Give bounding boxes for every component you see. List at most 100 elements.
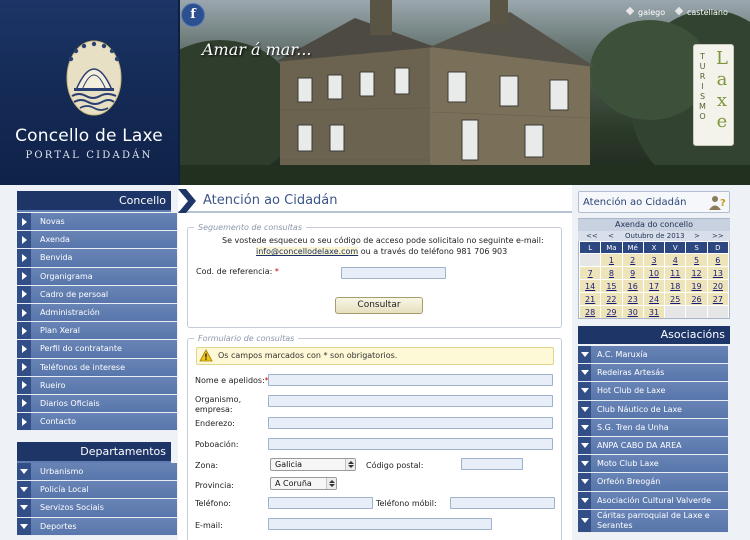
calendar-day[interactable]: 29 (601, 306, 622, 318)
help-email-link[interactable]: info@concellodelaxe.com (256, 247, 359, 256)
calendar-day[interactable]: 1 (601, 254, 622, 266)
arrow-down-icon (578, 364, 591, 382)
calendar-day[interactable]: 27 (707, 293, 728, 305)
calendar-nav: << < Outubro de 2013 > >> (578, 231, 730, 241)
calendar-day[interactable]: 15 (601, 280, 622, 292)
email-input[interactable] (268, 518, 492, 530)
assoc-item-orfeon-breogan[interactable]: Orfeón Breogán (578, 473, 728, 492)
weekday-header: Mé (622, 242, 643, 253)
facebook-icon[interactable]: f (181, 3, 205, 27)
province-label: Provincia: (195, 481, 234, 490)
calendar-day[interactable]: 14 (580, 280, 601, 292)
calendar-day[interactable]: 11 (665, 267, 686, 279)
next-year-button[interactable]: >> (712, 231, 724, 241)
nav-item-deportes[interactable]: Deportes (17, 517, 177, 536)
calendar-day[interactable]: 22 (601, 293, 622, 305)
nav-item-rueiro[interactable]: Rueiro (17, 376, 177, 395)
calendar-day[interactable]: 31 (643, 306, 665, 318)
nav-item-perfil-do-contratante[interactable]: Perfil do contratante (17, 340, 177, 359)
calendar-day[interactable]: 28 (580, 306, 601, 318)
nav-item-contacto[interactable]: Contacto (17, 413, 177, 432)
assoc-item-ac-maruxia[interactable]: A.C. Maruxía (578, 346, 728, 365)
calendar-month-label: Outubro de 2013 (625, 232, 685, 240)
nav-item-plan-xeral[interactable]: Plan Xeral (17, 322, 177, 341)
concello-heading: Concello (17, 191, 171, 212)
phone-input[interactable] (268, 497, 373, 509)
address-input[interactable] (268, 417, 553, 429)
phone-label: Teléfono: (195, 499, 231, 508)
language-link-castellano[interactable]: castellano (674, 6, 728, 17)
arrow-down-icon (578, 418, 591, 436)
organization-input[interactable] (268, 395, 553, 407)
nav-item-cadro-de-persoal[interactable]: Cadro de persoal (17, 285, 177, 304)
assoc-item-hot-club-de-laxe[interactable]: Hot Club de Laxe (578, 382, 728, 401)
postal-code-input[interactable] (461, 458, 523, 470)
name-label-text: Nome e apelidos: (195, 376, 265, 385)
diamond-icon (625, 6, 635, 16)
calendar-day[interactable]: 23 (622, 293, 643, 305)
calendar-day[interactable]: 19 (686, 280, 707, 292)
select-arrows-icon (326, 478, 336, 489)
assoc-item-sg-tren-da-unha[interactable]: S.G. Tren da Unha (578, 418, 728, 437)
calendar-day[interactable]: 20 (707, 280, 728, 292)
calendar-day[interactable]: 10 (643, 267, 665, 279)
calendar-day[interactable]: 7 (580, 267, 601, 279)
arrow-down-icon (578, 455, 591, 473)
calendar-day[interactable]: 4 (665, 254, 686, 266)
nav-item-novas[interactable]: Novas (17, 213, 177, 232)
nav-item-axenda[interactable]: Axenda (17, 231, 177, 250)
calendar-day[interactable]: 8 (601, 267, 622, 279)
calendar-day[interactable]: 5 (686, 254, 707, 266)
prev-month-button[interactable]: < (608, 231, 614, 241)
site-title: Concello de Laxe (15, 126, 163, 146)
nav-item-diarios-oficiais[interactable]: Diarios Oficiais (17, 394, 177, 414)
weekday-header: S (686, 242, 707, 253)
calendar-day[interactable]: 13 (707, 267, 728, 279)
language-link-galego[interactable]: galego (625, 6, 665, 17)
nav-item-organigrama[interactable]: Organigrama (17, 267, 177, 286)
prev-year-button[interactable]: << (586, 231, 598, 241)
province-select[interactable]: A Coruña (270, 477, 337, 490)
calendar-day[interactable]: 18 (665, 280, 686, 292)
town-input[interactable] (268, 438, 553, 450)
nav-item-telefonos-de-interese[interactable]: Teléfonos de interese (17, 358, 177, 377)
calendar-day[interactable]: 25 (665, 293, 686, 305)
consult-button[interactable]: Consultar (335, 297, 423, 314)
nav-item-label: Organigrama (40, 271, 93, 281)
calendar-day[interactable]: 2 (622, 254, 643, 266)
concello-logo-icon (66, 40, 122, 116)
calendar-day[interactable]: 26 (686, 293, 707, 305)
assoc-item-redeiras-artesas[interactable]: Redeiras Artesás (578, 364, 728, 383)
next-month-button[interactable]: > (694, 231, 700, 241)
assoc-item-anpa-cabo-da-area[interactable]: ANPA CABO DA AREA (578, 436, 728, 456)
nav-item-administracion[interactable]: Administración (17, 303, 177, 323)
assoc-item-label: S.G. Tren da Unha (597, 422, 669, 432)
logo-panel[interactable]: Concello de Laxe PORTAL CIDADÁN (0, 0, 178, 185)
header-tagline: Amar á mar... (202, 40, 312, 59)
assoc-item-moto-club-laxe[interactable]: Moto Club Laxe (578, 455, 728, 474)
calendar-day[interactable]: 12 (686, 267, 707, 279)
ref-code-input[interactable] (341, 267, 446, 279)
associations-heading: Asociacións (578, 326, 730, 344)
calendar-day[interactable]: 17 (643, 280, 665, 292)
arrow-down-icon (17, 517, 31, 535)
calendar-day[interactable]: 30 (622, 306, 643, 318)
calendar-day[interactable]: 9 (622, 267, 643, 279)
zone-select[interactable]: Galicia (270, 458, 356, 471)
assoc-item-asociacion-cultural-valverde[interactable]: Asociación Cultural Valverde (578, 491, 728, 510)
assoc-item-caritas-parroquial[interactable]: Cáritas parroquial de Laxe e Serantes (578, 509, 728, 533)
nav-item-benvida[interactable]: Benvida (17, 249, 177, 268)
nav-item-urbanismo[interactable]: Urbanismo (17, 463, 177, 482)
arrow-down-icon (17, 481, 31, 499)
calendar-day[interactable]: 21 (580, 293, 601, 305)
calendar-day[interactable]: 3 (643, 254, 665, 266)
assoc-item-club-nautico-de-laxe[interactable]: Club Náutico de Laxe (578, 400, 728, 419)
nav-item-servizos-sociais[interactable]: Servizos Sociais (17, 499, 177, 518)
mobile-input[interactable] (450, 497, 555, 509)
nav-item-policia-local[interactable]: Policía Local (17, 481, 177, 500)
weekday-header: L (580, 242, 601, 253)
calendar-day[interactable]: 6 (707, 254, 728, 266)
name-input[interactable] (268, 374, 553, 386)
calendar-day[interactable]: 16 (622, 280, 643, 292)
calendar-day[interactable]: 24 (643, 293, 665, 305)
